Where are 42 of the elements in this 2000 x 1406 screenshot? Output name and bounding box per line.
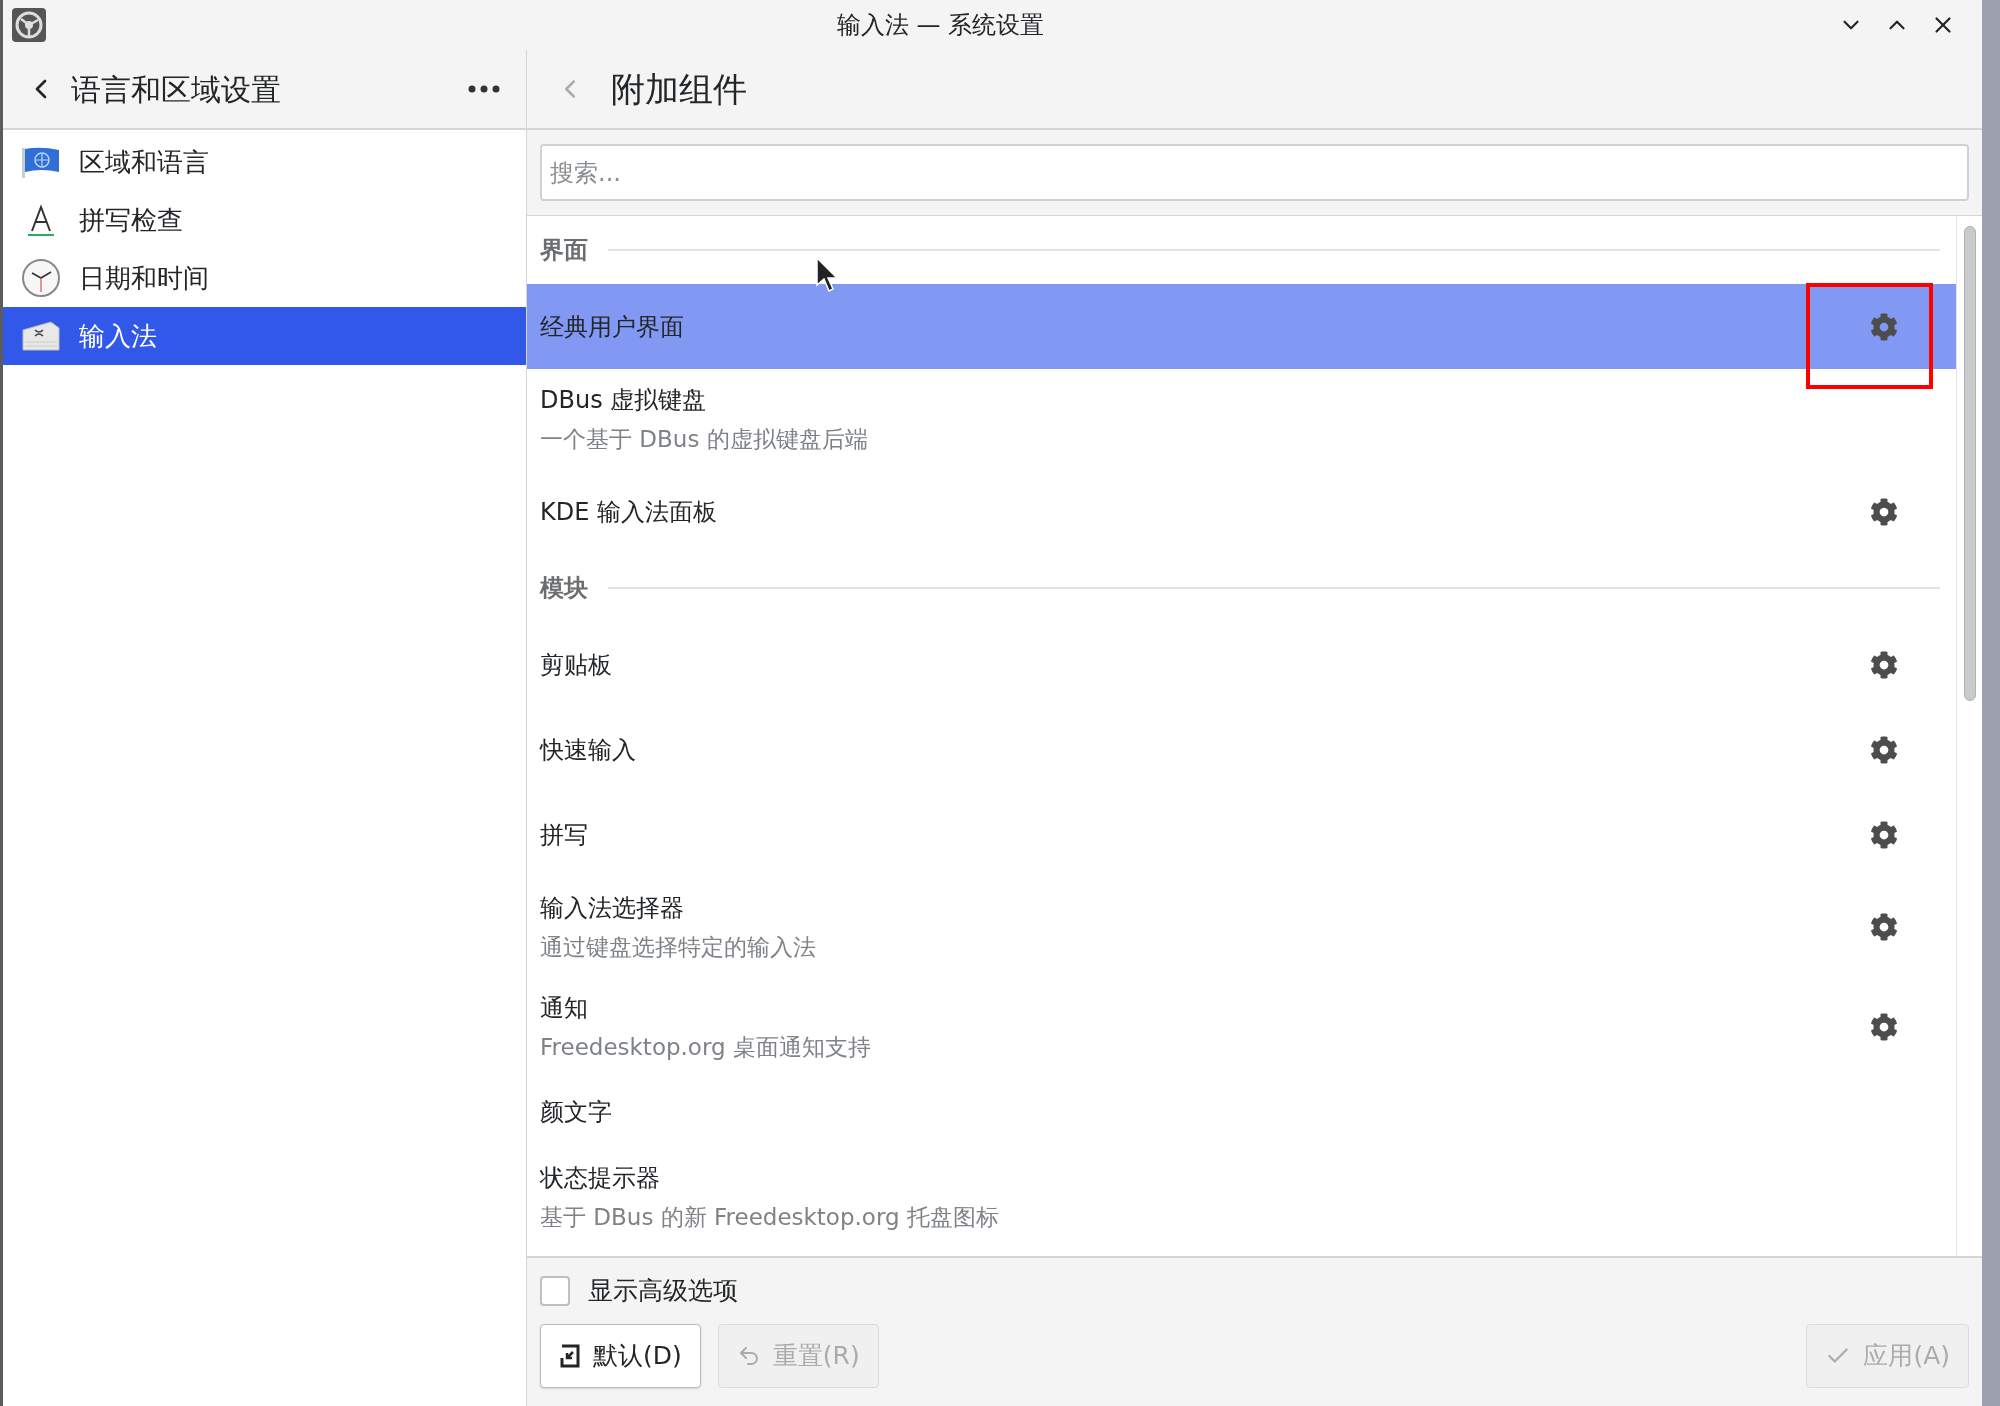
sidebar-item[interactable]: 输入法 xyxy=(3,307,526,365)
sidebar-item[interactable]: 拼写检查 xyxy=(3,191,526,249)
sidebar-item[interactable]: 日期和时间 xyxy=(3,249,526,307)
addon-name: DBus 虚拟键盘 xyxy=(540,384,708,415)
checkbox[interactable] xyxy=(540,1275,570,1306)
sidebar-item[interactable]: 区域和语言 xyxy=(3,133,526,191)
footer-button[interactable]: 默认(D) xyxy=(540,1323,701,1388)
addon-name: 经典用户界面 xyxy=(540,311,685,342)
addon-row[interactable]: 经典用户界面 xyxy=(527,284,1956,369)
sidebar-title: 语言和区域设置 xyxy=(71,70,282,109)
addon-description: 基于 DBus 的新 Freedesktop.org 托盘图标 xyxy=(540,1202,1000,1232)
reset-defaults-icon xyxy=(559,1343,581,1368)
page-title: 附加组件 xyxy=(611,67,747,111)
clock-icon xyxy=(21,258,61,298)
settings-icon xyxy=(1870,497,1898,526)
addon-description: 通过键盘选择特定的输入法 xyxy=(540,932,817,962)
keyboard-icon xyxy=(21,320,61,352)
window-title: 输入法 — 系统设置 xyxy=(836,10,1045,41)
addon-name: 状态提示器 xyxy=(540,1162,661,1193)
flag-icon xyxy=(21,146,61,178)
app-icon xyxy=(11,7,47,43)
settings-icon xyxy=(1870,650,1898,679)
settings-icon xyxy=(1870,1013,1898,1041)
more-icon xyxy=(468,85,500,93)
cursor-icon xyxy=(816,257,838,293)
section-heading: 界面 xyxy=(540,235,588,266)
settings-icon xyxy=(1870,913,1898,941)
addon-name: 通知 xyxy=(540,992,589,1023)
settings-icon xyxy=(1870,735,1898,764)
addon-name: 快速输入 xyxy=(540,734,637,765)
checkbox-label: 显示高级选项 xyxy=(588,1275,738,1307)
addon-description: 一个基于 DBus 的虚拟键盘后端 xyxy=(540,424,869,454)
addon-description: Freedesktop.org 桌面通知支持 xyxy=(540,1032,872,1062)
addon-name: 拼写 xyxy=(540,819,589,850)
section-heading: 模块 xyxy=(540,573,588,604)
settings-icon xyxy=(1870,820,1898,849)
search-field[interactable]: 搜索... xyxy=(540,144,1969,201)
addon-name: 颜文字 xyxy=(540,1097,613,1127)
addon-name: 输入法选择器 xyxy=(540,892,685,923)
settings-icon xyxy=(1870,312,1898,341)
addon-name: 剪贴板 xyxy=(540,649,613,680)
addon-name: KDE 输入法面板 xyxy=(540,496,718,527)
